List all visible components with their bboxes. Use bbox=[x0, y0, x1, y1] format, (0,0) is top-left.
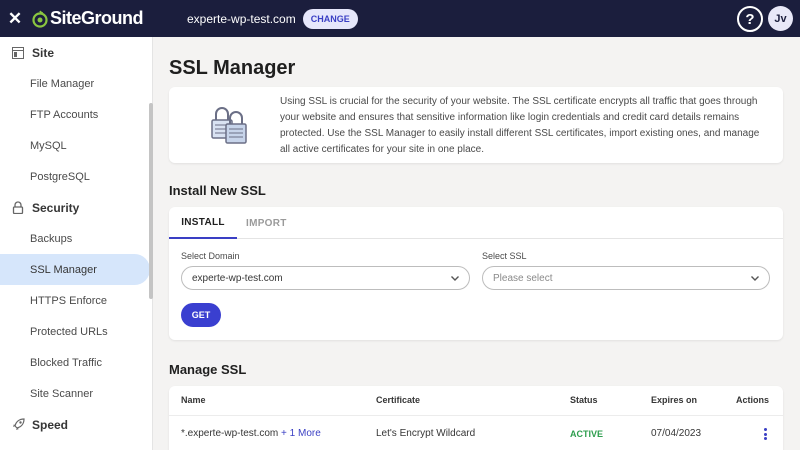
sidebar-section-label: Speed bbox=[32, 417, 69, 432]
top-bar: ✕ SiteGround experte-wp-test.com CHANGE … bbox=[0, 0, 800, 37]
sidebar-section-label: Site bbox=[32, 45, 55, 60]
tab-install[interactable]: INSTALL bbox=[169, 207, 237, 239]
get-button[interactable]: GET bbox=[181, 303, 221, 327]
select-domain-label: Select Domain bbox=[181, 251, 240, 261]
main-content: SSL Manager Using SSL is crucial for the… bbox=[153, 37, 800, 450]
sidebar-item-protected-urls[interactable]: Protected URLs bbox=[0, 316, 152, 347]
sidebar-item-site-scanner[interactable]: Site Scanner bbox=[0, 378, 152, 409]
sidebar-item-mysql[interactable]: MySQL bbox=[0, 130, 152, 161]
logo-text: SiteGround bbox=[50, 8, 144, 28]
select-domain-value: experte-wp-test.com bbox=[192, 272, 283, 284]
info-card: Using SSL is crucial for the security of… bbox=[169, 87, 783, 163]
install-section-title: Install New SSL bbox=[169, 183, 266, 198]
select-ssl-dropdown[interactable]: Please select bbox=[482, 266, 770, 290]
manage-ssl-table: Name Certificate Status Expires on Actio… bbox=[169, 386, 783, 450]
siteground-logo[interactable]: SiteGround bbox=[32, 0, 144, 37]
cert-domain-name: *.experte-wp-test.com bbox=[181, 428, 279, 439]
current-domain: experte-wp-test.com bbox=[187, 11, 296, 26]
column-header-expires: Expires on bbox=[651, 395, 698, 405]
sidebar-item-postgresql[interactable]: PostgreSQL bbox=[0, 161, 152, 192]
site-icon bbox=[11, 46, 25, 60]
select-ssl-label: Select SSL bbox=[482, 251, 527, 261]
avatar[interactable]: Jv bbox=[768, 6, 793, 31]
page-title: SSL Manager bbox=[169, 57, 296, 79]
table-divider bbox=[169, 415, 783, 416]
select-ssl-placeholder: Please select bbox=[493, 272, 553, 284]
column-header-actions: Actions bbox=[736, 395, 770, 405]
actions-menu-icon[interactable] bbox=[761, 427, 769, 441]
column-header-certificate: Certificate bbox=[376, 395, 421, 405]
sidebar: Site File Manager FTP Accounts MySQL Pos… bbox=[0, 37, 153, 450]
sidebar-section-speed: Speed bbox=[0, 409, 152, 440]
padlocks-icon bbox=[209, 104, 249, 151]
more-domains-link[interactable]: + 1 More bbox=[281, 428, 321, 439]
sidebar-item-blocked-traffic[interactable]: Blocked Traffic bbox=[0, 347, 152, 378]
sidebar-item-file-manager[interactable]: File Manager bbox=[0, 68, 152, 99]
status-badge: ACTIVE bbox=[570, 429, 604, 439]
install-tabs: INSTALL IMPORT bbox=[169, 207, 783, 239]
rocket-icon bbox=[11, 418, 25, 432]
column-header-name: Name bbox=[181, 395, 206, 405]
sidebar-item-ssl-manager[interactable]: SSL Manager bbox=[0, 254, 150, 285]
install-card: INSTALL IMPORT Select Domain experte-wp-… bbox=[169, 207, 783, 340]
sidebar-item-backups[interactable]: Backups bbox=[0, 223, 152, 254]
info-description: Using SSL is crucial for the security of… bbox=[280, 96, 760, 155]
sidebar-section-label: Security bbox=[32, 200, 80, 215]
close-icon[interactable]: ✕ bbox=[0, 0, 30, 37]
manage-section-title: Manage SSL bbox=[169, 362, 247, 377]
siteground-logo-icon bbox=[32, 10, 48, 28]
cert-type: Let's Encrypt Wildcard bbox=[376, 428, 476, 439]
sidebar-section-security: Security bbox=[0, 192, 152, 223]
help-icon[interactable]: ? bbox=[737, 6, 763, 32]
sidebar-item-ftp-accounts[interactable]: FTP Accounts bbox=[0, 99, 152, 130]
cert-expiry-date: 07/04/2023 bbox=[651, 428, 702, 439]
sidebar-section-site: Site bbox=[0, 37, 152, 68]
chevron-down-icon bbox=[751, 276, 759, 281]
column-header-status: Status bbox=[570, 395, 598, 405]
select-domain-dropdown[interactable]: experte-wp-test.com bbox=[181, 266, 470, 290]
sidebar-item-https-enforce[interactable]: HTTPS Enforce bbox=[0, 285, 152, 316]
tab-import[interactable]: IMPORT bbox=[246, 207, 287, 239]
table-row-name: *.experte-wp-test.com + 1 More bbox=[181, 428, 321, 439]
chevron-down-icon bbox=[451, 276, 459, 281]
change-domain-button[interactable]: CHANGE bbox=[302, 8, 358, 29]
lock-icon bbox=[11, 201, 25, 215]
